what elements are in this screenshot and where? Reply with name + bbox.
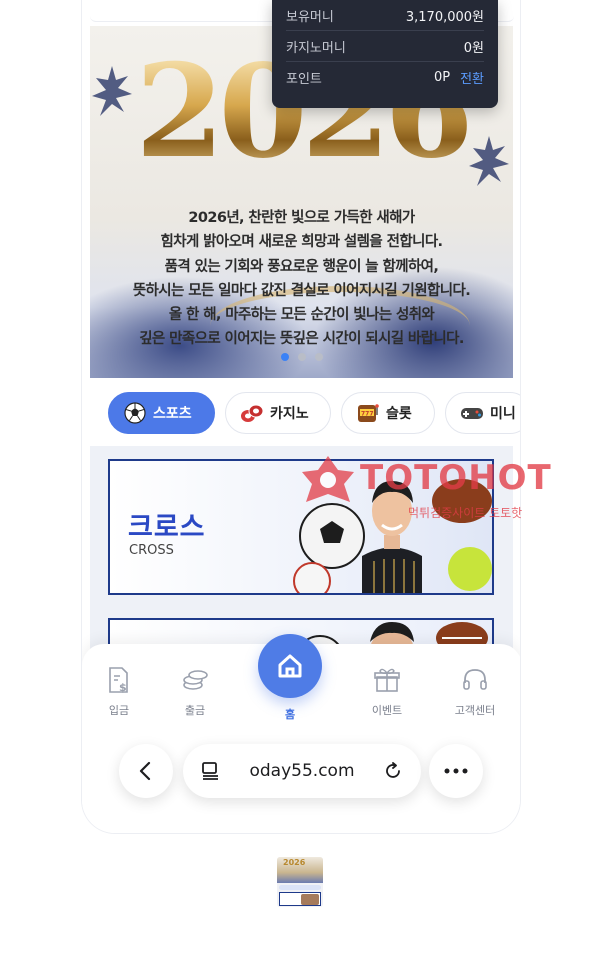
nav-support[interactable]: 고객센터 — [440, 664, 510, 718]
convert-link[interactable]: 전환 — [460, 68, 484, 87]
reload-icon[interactable] — [383, 761, 403, 781]
deposit-icon: $ — [84, 664, 154, 696]
gamepad-icon — [460, 401, 484, 425]
address-bar[interactable]: oday55.com — [183, 744, 421, 798]
nav-label: 이벤트 — [371, 704, 403, 717]
tab-label: 미니 — [490, 406, 516, 422]
balance-value: 0원 — [463, 40, 484, 56]
carousel-dot-3[interactable] — [314, 353, 323, 361]
banner-line: 품격 있는 기회와 풍요로운 행운이 늘 함께하여, — [164, 258, 439, 275]
nav-withdraw[interactable]: 출금 — [160, 664, 230, 718]
coins-icon — [160, 664, 230, 696]
soccer-ball-icon — [123, 401, 147, 425]
page-menu-icon[interactable] — [201, 761, 221, 781]
home-icon — [278, 654, 302, 678]
balance-label: 보유머니 — [286, 9, 334, 25]
screen: 2026 2026년, 찬란한 빛으로 가득한 새해가 힘차게 밝아오며 새로운… — [0, 0, 600, 973]
balance-row-point: 포인트 0P 전환 — [286, 62, 484, 93]
balance-label: 카지노머니 — [286, 40, 346, 56]
home-button[interactable] — [258, 634, 322, 698]
phone-frame: 2026 2026년, 찬란한 빛으로 가득한 새해가 힘차게 밝아오며 새로운… — [81, 0, 521, 834]
tab-mini[interactable]: 미니 — [445, 392, 520, 434]
card-title-kr: 크로스 — [128, 512, 206, 543]
nav-label: 입금 — [108, 704, 130, 717]
gift-icon — [352, 664, 422, 696]
slot-machine-icon: 777 — [356, 401, 380, 425]
carousel-dots — [90, 353, 513, 361]
banner-line: 2026년, 찬란한 빛으로 가득한 새해가 — [188, 210, 415, 226]
more-dots-icon — [444, 768, 468, 774]
chevron-left-icon — [139, 761, 151, 781]
browser-toolbar: oday55.com — [82, 732, 520, 833]
headset-icon — [440, 664, 510, 696]
page-thumbnail[interactable]: 2026 — [277, 857, 323, 907]
svg-text:777: 777 — [361, 411, 374, 418]
game-card-cross[interactable]: 크로스 CROSS — [108, 459, 494, 595]
more-button[interactable] — [429, 744, 483, 798]
banner-line: 힘차게 밝아오며 새로운 희망과 설렘을 전합니다. — [160, 234, 444, 251]
tab-casino[interactable]: 카지노 — [225, 392, 331, 434]
back-button[interactable] — [119, 744, 173, 798]
banner-line: 올 한 해, 마주하는 모든 순간이 빛나는 성취와 — [168, 307, 435, 324]
carousel-dot-2[interactable] — [297, 353, 306, 361]
nav-label: 고객센터 — [454, 704, 496, 717]
balance-popup: 보유머니 3,170,000원 카지노머니 0원 포인트 0P 전환 — [272, 0, 498, 108]
home-label: 홈 — [284, 708, 296, 721]
tab-slot[interactable]: 777 슬롯 — [341, 392, 435, 434]
tab-label: 스포츠 — [153, 406, 192, 422]
nav-event[interactable]: 이벤트 — [352, 664, 422, 718]
banner-line: 뜻하시는 모든 일마다 값진 결실로 이어지시길 기원합니다. — [132, 282, 471, 299]
nav-label: 출금 — [184, 704, 206, 717]
card-title-en: CROSS — [129, 543, 174, 558]
balance-label: 포인트 — [286, 72, 322, 87]
svg-text:$: $ — [119, 681, 127, 694]
balance-row-casino: 카지노머니 0원 — [286, 31, 484, 62]
bottom-navigation: $ 입금 출금 홈 이벤트 고객센터 — [82, 634, 520, 732]
balance-value: 3,170,000원 — [405, 9, 484, 25]
balance-value: 0P — [433, 70, 451, 85]
carousel-dot-1[interactable] — [280, 353, 289, 361]
tab-label: 슬롯 — [386, 406, 412, 422]
thumbnail-year: 2026 — [283, 858, 306, 867]
tab-sports[interactable]: 스포츠 — [108, 392, 215, 434]
url-text: oday55.com — [249, 761, 355, 781]
banner-message: 2026년, 찬란한 빛으로 가득한 새해가 힘차게 밝아오며 새로운 희망과 … — [100, 206, 503, 352]
balance-row-money: 보유머니 3,170,000원 — [286, 0, 484, 31]
nav-deposit[interactable]: $ 입금 — [84, 664, 154, 718]
athlete-image — [293, 479, 492, 593]
category-tabs: 스포츠 카지노 777 슬롯 미니 — [108, 392, 520, 434]
casino-chips-icon — [240, 401, 264, 425]
banner-line: 깊은 만족으로 이어지는 뜻깊은 시간이 되시길 바랍니다. — [139, 331, 464, 348]
tab-label: 카지노 — [270, 406, 309, 422]
